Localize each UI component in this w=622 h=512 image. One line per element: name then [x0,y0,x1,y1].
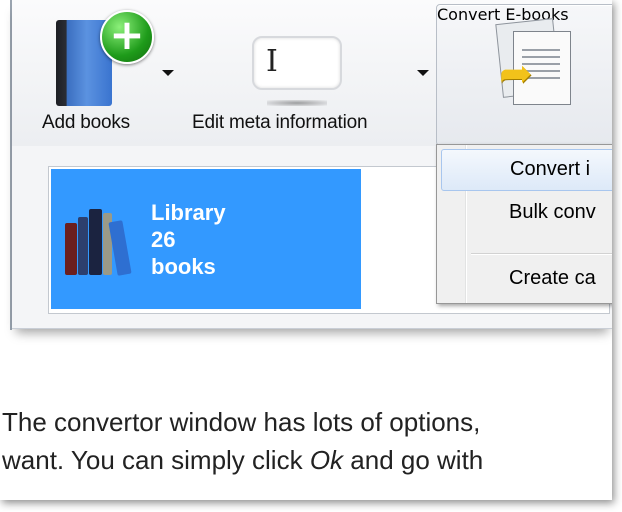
edit-meta-label: Edit meta information [192,112,368,133]
convert-dropdown-menu: Convert i Bulk conv Create ca [436,144,612,304]
menu-item-create-catalog[interactable]: Create ca [441,259,612,299]
add-books-button[interactable]: + Add books [12,0,162,146]
menu-item-label: Convert i [510,158,591,180]
edit-meta-icon: I [252,36,342,90]
article-line-2-end: and go with [343,445,484,475]
library-name: Library [151,200,226,225]
article-line-2-start: want. You can simply click [2,445,310,475]
edit-meta-icon-shadow [267,100,327,106]
add-books-icon: + [56,10,154,106]
convert-ebooks-button[interactable]: ➦ Convert E-books [436,4,612,146]
toolbar: + Add books Edit meta information I ➦ Co… [12,0,612,147]
menu-separator [471,253,612,255]
screenshot-frame: + Add books Edit meta information I ➦ Co… [0,0,612,500]
library-count: 26 [151,227,176,252]
text-cursor-icon: I [266,44,278,79]
article-line-1: The convertor window has lots of options… [2,407,481,437]
menu-item-label: Create ca [509,267,596,289]
convert-arrow-icon: ➦ [499,51,533,97]
menu-item-convert-individually[interactable]: Convert i [441,149,612,191]
article-emphasis-ok: Ok [309,445,344,475]
library-text: Library 26 books [151,199,226,280]
books-shelf-icon [65,209,137,276]
add-books-label: Add books [42,112,130,133]
library-unit: books [151,254,216,279]
menu-item-bulk-convert[interactable]: Bulk conv [441,193,612,233]
article-line-2: want. You can simply click Ok and go wit… [2,442,483,478]
library-tile[interactable]: Library 26 books [51,169,361,309]
calibre-window: + Add books Edit meta information I ➦ Co… [12,0,612,329]
edit-meta-dropdown-arrow[interactable] [417,70,429,76]
menu-item-label: Bulk conv [509,201,596,223]
add-books-dropdown-arrow[interactable] [162,70,174,76]
plus-icon: + [100,10,154,64]
